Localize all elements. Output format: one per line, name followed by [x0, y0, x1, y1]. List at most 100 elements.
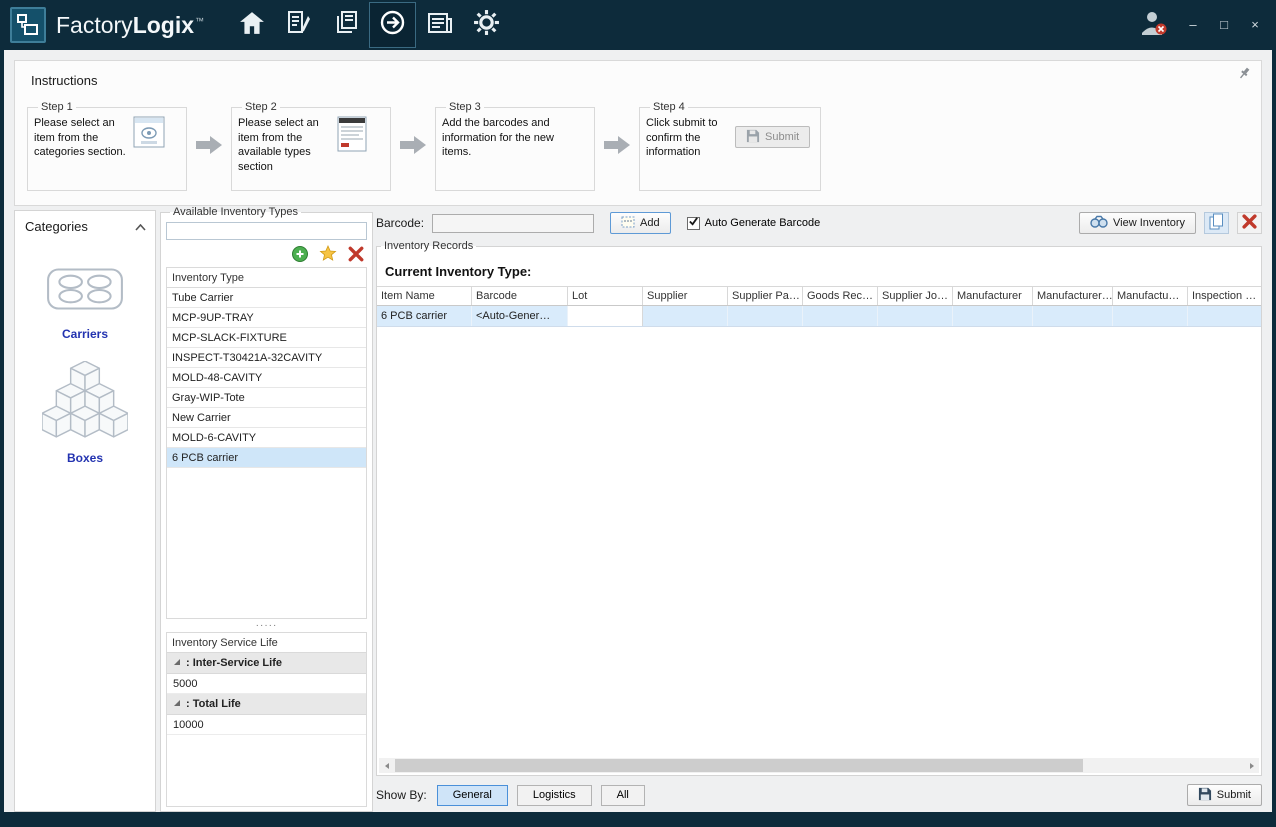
arrow-icon — [391, 101, 435, 189]
nav-batch-records-button[interactable] — [322, 2, 369, 48]
cell-inspection[interactable] — [1188, 306, 1261, 326]
barcode-input[interactable] — [432, 214, 594, 233]
current-inventory-type-label: Current Inventory Type: — [385, 264, 1261, 279]
total-life-value[interactable]: 10000 — [167, 715, 366, 735]
column-header[interactable]: Inspection … — [1188, 287, 1261, 305]
worksheet-pencil-icon — [286, 10, 311, 40]
scroll-left-button[interactable] — [379, 758, 394, 773]
user-status-button[interactable] — [1138, 9, 1169, 41]
cell-item-name[interactable]: 6 PCB carrier — [377, 306, 472, 326]
barcode-label: Barcode: — [376, 216, 424, 230]
column-header[interactable]: Manufacturer — [953, 287, 1033, 305]
inventory-type-row[interactable]: New Carrier — [167, 408, 366, 428]
cell-manufactured[interactable] — [1113, 306, 1188, 326]
inter-service-life-value[interactable]: 5000 — [167, 674, 366, 694]
inter-service-life-group[interactable]: : Inter-Service Life — [167, 653, 366, 674]
step-1-label: Step 1 — [38, 101, 76, 113]
view-inventory-button[interactable]: View Inventory — [1079, 212, 1196, 234]
available-types-panel: Available Inventory Types Inventory Type… — [160, 206, 373, 812]
scroll-right-button[interactable] — [1244, 758, 1259, 773]
cell-manufacturer[interactable] — [953, 306, 1033, 326]
inventory-type-row[interactable]: Gray-WIP-Tote — [167, 388, 366, 408]
instructions-title: Instructions — [31, 73, 97, 88]
column-header[interactable]: Goods Rec… — [803, 287, 878, 305]
pin-button[interactable] — [1235, 67, 1253, 85]
delete-record-button[interactable] — [1237, 212, 1262, 234]
nav-dispatch-button[interactable] — [369, 2, 416, 48]
nav-worksheet-button[interactable] — [275, 2, 322, 48]
step-4-text: Click submit to confirm the information — [646, 116, 728, 160]
barcode-toolbar: Barcode: Add Auto Generate Barcode — [376, 208, 1262, 238]
brand-factory: Factory — [56, 12, 133, 38]
save-icon — [1198, 787, 1212, 804]
total-life-group[interactable]: : Total Life — [167, 694, 366, 715]
instruction-steps: Step 1 Please select an item from the ca… — [27, 101, 821, 191]
column-header[interactable]: Lot — [568, 287, 643, 305]
inventory-type-row[interactable]: MOLD-6-CAVITY — [167, 428, 366, 448]
delete-type-button[interactable] — [346, 244, 365, 263]
home-icon — [239, 11, 265, 40]
column-header[interactable]: Manufactu… — [1113, 287, 1188, 305]
service-life-grid: Inventory Service Life : Inter-Service L… — [166, 632, 367, 807]
column-header[interactable]: Item Name — [377, 287, 472, 305]
submit-button-label: Submit — [1217, 789, 1251, 801]
main-nav — [228, 0, 510, 50]
record-row-selected: 6 PCB carrier <Auto-Gener… — [377, 306, 1261, 327]
cell-supplier[interactable] — [643, 306, 728, 326]
splitter-handle[interactable] — [166, 619, 367, 632]
cell-lot[interactable] — [568, 306, 643, 326]
edit-type-button[interactable] — [318, 244, 337, 263]
category-carriers[interactable]: Carriers — [44, 263, 126, 341]
duplicate-record-button[interactable] — [1204, 212, 1229, 234]
cell-goods-received[interactable] — [803, 306, 878, 326]
step-1-text: Please select an item from the categorie… — [34, 116, 126, 160]
add-button[interactable]: Add — [610, 212, 671, 234]
cell-manufacturer-2[interactable] — [1033, 306, 1113, 326]
horizontal-scrollbar[interactable] — [379, 758, 1259, 773]
step-submit-button[interactable]: Submit — [735, 126, 810, 148]
filter-logistics-button[interactable]: Logistics — [517, 785, 592, 806]
nav-home-button[interactable] — [228, 2, 275, 48]
chevron-up-icon — [135, 218, 146, 236]
step-1-group: Step 1 Please select an item from the ca… — [27, 101, 187, 191]
inventory-type-row[interactable]: INSPECT-T30421A-32CAVITY — [167, 348, 366, 368]
minimize-button[interactable]: – — [1186, 0, 1200, 50]
inventory-type-row[interactable]: Tube Carrier — [167, 288, 366, 308]
content-area: Instructions Step 1 Please select an ite… — [4, 50, 1272, 812]
inventory-type-column-header[interactable]: Inventory Type — [167, 268, 366, 288]
add-type-button[interactable] — [290, 244, 309, 263]
cell-barcode[interactable]: <Auto-Gener… — [472, 306, 568, 326]
nav-news-button[interactable] — [416, 2, 463, 48]
filter-general-button[interactable]: General — [437, 785, 508, 806]
inventory-type-row-selected[interactable]: 6 PCB carrier — [167, 448, 366, 468]
column-header[interactable]: Supplier — [643, 287, 728, 305]
collapse-categories-button[interactable] — [133, 221, 147, 233]
column-header[interactable]: Supplier Pa… — [728, 287, 803, 305]
maximize-button[interactable]: □ — [1217, 0, 1231, 50]
submit-button[interactable]: Submit — [1187, 784, 1262, 806]
auto-generate-checkbox[interactable] — [687, 217, 700, 230]
filter-all-button[interactable]: All — [601, 785, 645, 806]
inventory-type-row[interactable]: MCP-SLACK-FIXTURE — [167, 328, 366, 348]
type-filter-input[interactable] — [166, 222, 367, 240]
arrow-icon — [187, 101, 231, 189]
inventory-type-row[interactable]: MOLD-48-CAVITY — [167, 368, 366, 388]
brand-trademark: ™ — [195, 16, 204, 26]
cell-supplier-part[interactable] — [728, 306, 803, 326]
service-life-header[interactable]: Inventory Service Life — [167, 633, 366, 653]
inventory-type-row[interactable]: MCP-9UP-TRAY — [167, 308, 366, 328]
category-boxes[interactable]: Boxes — [42, 361, 128, 465]
inventory-type-list: Inventory Type Tube Carrier MCP-9UP-TRAY… — [166, 267, 367, 619]
cell-supplier-job[interactable] — [878, 306, 953, 326]
types-preview-icon — [337, 116, 367, 174]
group-expand-icon — [173, 657, 181, 669]
auto-generate-label: Auto Generate Barcode — [705, 217, 821, 229]
nav-settings-button[interactable] — [463, 2, 510, 48]
view-inventory-label: View Inventory — [1113, 217, 1185, 229]
column-header[interactable]: Supplier Jo… — [878, 287, 953, 305]
column-header[interactable]: Barcode — [472, 287, 568, 305]
inter-service-life-label: : Inter-Service Life — [186, 657, 282, 669]
column-header[interactable]: Manufacturer… — [1033, 287, 1113, 305]
scrollbar-thumb[interactable] — [395, 759, 1083, 772]
close-button[interactable]: × — [1248, 0, 1262, 50]
